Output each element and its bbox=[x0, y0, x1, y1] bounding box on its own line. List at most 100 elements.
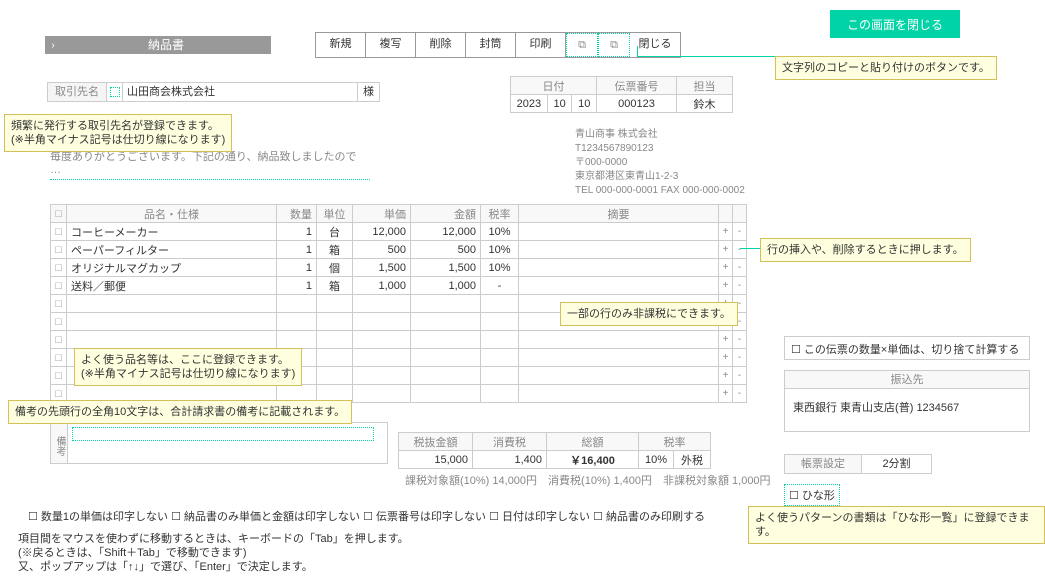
delete-button[interactable]: 削除 bbox=[416, 33, 466, 57]
partner-name-input[interactable]: 山田商会株式会社 bbox=[123, 82, 358, 102]
cell-amount[interactable]: 12,000 bbox=[411, 223, 481, 241]
cell-summary[interactable] bbox=[519, 367, 719, 385]
envelope-button[interactable]: 封筒 bbox=[466, 33, 516, 57]
cell-price[interactable] bbox=[353, 331, 411, 349]
cell-amount[interactable] bbox=[411, 385, 481, 403]
template-checkbox[interactable]: ☐ ひな形 bbox=[784, 484, 840, 506]
cell-rate[interactable]: 10% bbox=[481, 259, 519, 277]
cell-price[interactable] bbox=[353, 367, 411, 385]
cell-unit[interactable] bbox=[317, 331, 353, 349]
row-delete-button[interactable]: - bbox=[733, 259, 747, 277]
row-insert-button[interactable]: + bbox=[719, 367, 733, 385]
print-button[interactable]: 印刷 bbox=[516, 33, 566, 57]
row-insert-button[interactable]: + bbox=[719, 223, 733, 241]
row-delete-button[interactable]: - bbox=[733, 367, 747, 385]
slip-no-value[interactable]: 000123 bbox=[597, 95, 677, 113]
cell-price[interactable] bbox=[353, 349, 411, 367]
row-insert-button[interactable]: + bbox=[719, 277, 733, 295]
cell-name[interactable]: オリジナルマグカップ bbox=[67, 259, 277, 277]
cell-summary[interactable] bbox=[519, 385, 719, 403]
cell-amount[interactable] bbox=[411, 367, 481, 385]
opt-delivery-only[interactable]: ☐ 納品書のみ印刷する bbox=[593, 511, 705, 523]
row-insert-button[interactable]: + bbox=[719, 331, 733, 349]
transfer-value[interactable]: 東西銀行 東青山支店(普) 1234567 bbox=[785, 389, 1029, 431]
copy-button[interactable]: 複写 bbox=[366, 33, 416, 57]
cell-qty[interactable]: 1 bbox=[277, 277, 317, 295]
cell-unit[interactable] bbox=[317, 313, 353, 331]
cell-name[interactable] bbox=[67, 295, 277, 313]
cell-unit[interactable] bbox=[317, 367, 353, 385]
cell-summary[interactable] bbox=[519, 241, 719, 259]
date-year[interactable]: 2023 bbox=[511, 95, 548, 113]
new-button[interactable]: 新規 bbox=[316, 33, 366, 57]
opt-qty1[interactable]: ☐ 数量1の単価は印字しない bbox=[28, 511, 168, 523]
cell-amount[interactable] bbox=[411, 331, 481, 349]
greeting-text[interactable]: 毎度ありがとうございます。下記の通り、納品致しましたので … bbox=[50, 148, 370, 180]
row-insert-button[interactable]: + bbox=[719, 385, 733, 403]
cell-name[interactable] bbox=[67, 331, 277, 349]
row-checkbox[interactable] bbox=[51, 259, 67, 277]
row-checkbox[interactable] bbox=[51, 241, 67, 259]
cell-summary[interactable] bbox=[519, 331, 719, 349]
opt-delivery-price[interactable]: ☐ 納品書のみ単価と金額は印字しない bbox=[171, 511, 360, 523]
partner-register-checkbox[interactable] bbox=[107, 82, 123, 102]
cell-price[interactable] bbox=[353, 385, 411, 403]
cell-name[interactable]: ペーパーフィルター bbox=[67, 241, 277, 259]
cell-rate[interactable] bbox=[481, 349, 519, 367]
row-insert-button[interactable]: + bbox=[719, 241, 733, 259]
row-checkbox[interactable] bbox=[51, 313, 67, 331]
cell-amount[interactable]: 1,500 bbox=[411, 259, 481, 277]
cell-amount[interactable] bbox=[411, 349, 481, 367]
rounding-option[interactable]: ☐ この伝票の数量×単価は、切り捨て計算する bbox=[784, 336, 1030, 360]
cell-unit[interactable]: 台 bbox=[317, 223, 353, 241]
cell-rate[interactable] bbox=[481, 367, 519, 385]
cell-price[interactable]: 500 bbox=[353, 241, 411, 259]
cell-price[interactable]: 12,000 bbox=[353, 223, 411, 241]
row-delete-button[interactable]: - bbox=[733, 331, 747, 349]
remarks-input[interactable] bbox=[68, 422, 388, 464]
cell-unit[interactable] bbox=[317, 349, 353, 367]
cell-qty[interactable] bbox=[277, 331, 317, 349]
date-day[interactable]: 10 bbox=[572, 95, 597, 113]
cell-rate[interactable]: - bbox=[481, 277, 519, 295]
cell-rate[interactable] bbox=[481, 295, 519, 313]
row-delete-button[interactable]: - bbox=[733, 349, 747, 367]
cell-qty[interactable] bbox=[277, 295, 317, 313]
row-delete-button[interactable]: - bbox=[733, 277, 747, 295]
slip-setting-value[interactable]: 2分割 bbox=[862, 454, 932, 474]
cell-amount[interactable] bbox=[411, 313, 481, 331]
row-delete-button[interactable]: - bbox=[733, 223, 747, 241]
row-insert-button[interactable]: + bbox=[719, 349, 733, 367]
row-checkbox[interactable] bbox=[51, 331, 67, 349]
cell-summary[interactable] bbox=[519, 349, 719, 367]
text-copy-icon[interactable]: ⧉ bbox=[566, 33, 598, 57]
cell-rate[interactable] bbox=[481, 331, 519, 349]
row-checkbox[interactable] bbox=[51, 277, 67, 295]
cell-summary[interactable] bbox=[519, 277, 719, 295]
text-paste-icon[interactable]: ⧉ bbox=[598, 33, 630, 57]
cell-amount[interactable] bbox=[411, 295, 481, 313]
cell-amount[interactable]: 500 bbox=[411, 241, 481, 259]
close-screen-button[interactable]: この画面を閉じる bbox=[830, 10, 960, 38]
cell-amount[interactable]: 1,000 bbox=[411, 277, 481, 295]
cell-unit[interactable] bbox=[317, 295, 353, 313]
cell-rate[interactable]: 10% bbox=[481, 223, 519, 241]
cell-summary[interactable] bbox=[519, 223, 719, 241]
opt-slipno[interactable]: ☐ 伝票番号は印字しない bbox=[363, 511, 486, 523]
cell-summary[interactable] bbox=[519, 259, 719, 277]
row-checkbox[interactable] bbox=[51, 367, 67, 385]
cell-unit[interactable]: 個 bbox=[317, 259, 353, 277]
cell-name[interactable] bbox=[67, 313, 277, 331]
cell-price[interactable]: 1,000 bbox=[353, 277, 411, 295]
cell-name[interactable]: コーヒーメーカー bbox=[67, 223, 277, 241]
row-insert-button[interactable]: + bbox=[719, 259, 733, 277]
row-delete-button[interactable]: - bbox=[733, 241, 747, 259]
cell-unit[interactable]: 箱 bbox=[317, 277, 353, 295]
cell-unit[interactable]: 箱 bbox=[317, 241, 353, 259]
row-delete-button[interactable]: - bbox=[733, 385, 747, 403]
cell-qty[interactable] bbox=[277, 313, 317, 331]
cell-qty[interactable]: 1 bbox=[277, 259, 317, 277]
row-checkbox[interactable] bbox=[51, 223, 67, 241]
cell-rate[interactable] bbox=[481, 313, 519, 331]
cell-price[interactable]: 1,500 bbox=[353, 259, 411, 277]
